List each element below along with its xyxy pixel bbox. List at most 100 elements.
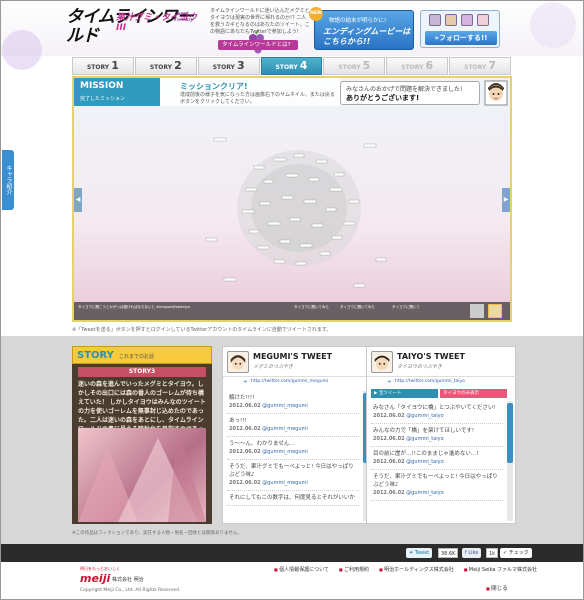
like-count: 1k [486, 548, 499, 558]
tweet-date: 2012.06.02 [229, 480, 261, 486]
decor-bubble [530, 2, 576, 48]
tweet-item: みんなの力で「橋」を架けてほしいです! 2012.06.02 @gummi_ta… [371, 424, 503, 447]
tab-story-5: STORY 5 [323, 57, 386, 75]
tab-taiyo-only[interactable]: タイヨウのみ表示 [440, 389, 507, 398]
footer-links: 個人情報保護について ご利用規約 明治ホールディングス株式会社 Meiji Se… [274, 566, 537, 573]
taiyo-filter-tabs: ▶ 宝ツイート タイヨウのみ表示 [371, 389, 507, 399]
site-logo[interactable]: タイムラインワールド 果汁グミ・タイヨウ III Tweet Fantasy [66, 6, 267, 54]
thumbnail-tweet[interactable]: タイヨウに聞いてみた [340, 305, 384, 317]
tweet-date: 2012.06.02 [229, 449, 261, 455]
prev-arrow[interactable]: ◀ [74, 188, 82, 212]
tweet-user[interactable]: @gummi_megumi [262, 449, 308, 455]
tweet-user[interactable]: @gummi_megumi [262, 426, 308, 432]
tweet-share-button[interactable]: ✦ Tweet [406, 548, 433, 558]
close-link[interactable]: 閉じる [486, 584, 508, 592]
story-subtitle: これまでのお話 [119, 354, 155, 360]
tweet-user[interactable]: @gummi_megumi [262, 480, 308, 486]
tweet-user[interactable]: @gummi_taiyo [406, 490, 443, 496]
after-thumbnail[interactable] [488, 304, 502, 318]
tweet-text: う〜〜ん、わかりません… [229, 441, 295, 447]
follow-button[interactable]: »フォローする!! [425, 31, 497, 45]
tweet-date: 2012.06.02 [373, 459, 405, 465]
story-header: STORY これまでのお話 [72, 346, 212, 364]
speech-line: みなさんのおかげで問題を解決できました! [346, 86, 463, 93]
tweet-sphere-image [205, 137, 387, 288]
tab-story-4[interactable]: STORY 4 [260, 57, 323, 75]
tweet-meta: 2012.06.02 @gummi_taiyo [373, 489, 501, 497]
megumi-twitter-link[interactable]: http://twitter.com/gummi_megumi [251, 379, 328, 384]
story-scene-image [78, 428, 206, 522]
story-illustration [78, 428, 206, 522]
tab-story-3[interactable]: STORY 3 [197, 57, 260, 75]
tweet-item: それにしてもこの数字は、何度見るとそれがいいか [227, 491, 359, 506]
speech-bubble: みなさんのおかげで問題を解決できました! ありがとうございます! [340, 81, 480, 105]
tweet-item: あっ!!! 2012.06.02 @gummi_megumi [227, 414, 359, 437]
story-title: STORY [77, 350, 114, 361]
thumbnail-tweet[interactable]: タイヨウに聞いてみた [294, 305, 338, 317]
check-label: チェック [508, 550, 529, 556]
tweet-text: 目の前に崖が…!!このままじゃ進めない…! [373, 451, 479, 457]
megumi-name: MEGUMI'S TWEET [253, 352, 333, 361]
tweet-meta: 2012.06.02 @gummi_taiyo [373, 435, 501, 443]
megumi-header: MEGUMI'S TWEET メグミのつぶやき [223, 347, 373, 377]
next-arrow[interactable]: ▶ [502, 188, 510, 212]
like-button[interactable]: f Like [462, 548, 482, 558]
tab-number: 6 [425, 59, 434, 72]
footer-link-holdings[interactable]: 明治ホールディングス株式会社 [379, 566, 454, 573]
tab-number: 2 [174, 59, 182, 72]
tab-label: STORY [149, 64, 172, 71]
taiyo-scrollbar[interactable] [507, 401, 513, 521]
tweet-share-label: Tweet [414, 550, 430, 556]
footer-link-terms[interactable]: ご利用規約 [339, 566, 369, 573]
tweet-item: そうだ、果汁グミでも一べよっと! 今日はやっぱりぶどう味♪ 2012.06.02… [227, 460, 359, 491]
character-intro-tab[interactable]: キャラ紹介 [2, 150, 14, 210]
tweet-user[interactable]: @gummi_taiyo [406, 436, 443, 442]
footer-link-privacy[interactable]: 個人情報保護について [274, 566, 329, 573]
tweet-user[interactable]: @gummi_taiyo [406, 413, 443, 419]
taiyo-twitter-link[interactable]: http://twitter.com/gummi_taiyo [395, 379, 465, 384]
before-thumbnail[interactable] [470, 304, 484, 318]
ending-movie-button[interactable]: NEW 物語の結末が明らかに! エンディングムービーはこちらから!! [309, 7, 414, 50]
ending-subtitle: 物語の結末が明らかに! [329, 18, 387, 24]
taiyo-tweet-list: みなさん「タイヨウに橋」とつぶやいてください! 2012.06.02 @gumm… [371, 401, 503, 523]
like-label: Like [468, 550, 479, 556]
check-button[interactable]: ✓ チェック [500, 548, 532, 558]
megumi-tweet-list: 解けた!!!! 2012.06.02 @gummi_megumi あっ!!! 2… [227, 391, 359, 523]
tab-label: STORY [338, 64, 361, 71]
tweet-date: 2012.06.02 [229, 403, 261, 409]
taiyo-face-icon [484, 80, 508, 106]
story-chapter: STORY3 [78, 367, 206, 377]
meiji-logo[interactable]: meiji [80, 572, 110, 585]
tab-story-2[interactable]: STORY 2 [134, 57, 197, 75]
ending-title: エンディングムービーはこちらから!! [323, 27, 411, 46]
megumi-tweet-panel: MEGUMI'S TWEET メグミのつぶやき ➜ http://twitter… [222, 346, 373, 524]
mission-subtitle: 完了したミッション [80, 96, 126, 102]
tweet-item: 目の前に崖が…!!このままじゃ進めない…! 2012.06.02 @gummi_… [371, 447, 503, 470]
tab-label: STORY [464, 64, 487, 71]
tab-all-tweets[interactable]: ▶ 宝ツイート [371, 389, 438, 398]
thumbnail-tweet[interactable]: タイヨウに聞こうとかがっぱ遅ければならないと #megumiifototaiyo [78, 305, 198, 317]
tab-label: STORY [212, 64, 235, 71]
link-icon: ➜ [387, 379, 392, 385]
tweet-meta: 2012.06.02 @gummi_megumi [229, 402, 357, 410]
check-icon: ✓ [503, 550, 508, 556]
tweet-date: 2012.06.02 [373, 436, 405, 442]
header: タイムラインワールド 果汁グミ・タイヨウ III Tweet Fantasy タ… [0, 0, 584, 70]
company-name: 株式会社 明治 [112, 577, 144, 583]
tweet-user[interactable]: @gummi_megumi [262, 403, 308, 409]
scroll-thumb[interactable] [507, 403, 513, 463]
tweet-text: 解けた!!!! [229, 395, 255, 401]
tab-story-1[interactable]: STORY 1 [72, 57, 134, 75]
megumi-subtitle: メグミのつぶやき [253, 364, 294, 370]
disclaimer: ※この作品はフィクションであり、実在する人物・地名・団体とは関係ありません。 [72, 531, 242, 536]
taiyo-name: TAIYO'S TWEET [397, 352, 465, 361]
mission-description: 達成前後の様子を気になった方は画像右下のサムネイル、または戻るボタンをクリックし… [180, 92, 335, 105]
tweet-text: そうだ、果汁グミでも一べよっと! 今日はやっぱりぶどう味♪ [229, 464, 354, 478]
thumbnail-tweet[interactable]: タイヨウに聞いて [392, 305, 436, 317]
footer-link-pharma[interactable]: Meiji Seika ファルマ株式会社 [464, 566, 537, 573]
social-bar: ✦ Tweet 38.6K f Like 1k ✓ チェック [0, 544, 584, 562]
tweet-date: 2012.06.02 [373, 490, 405, 496]
about-button[interactable]: タイムラインワールドとは? [218, 40, 298, 50]
tab-story-7: STORY 7 [449, 57, 512, 75]
tweet-user[interactable]: @gummi_taiyo [406, 459, 443, 465]
